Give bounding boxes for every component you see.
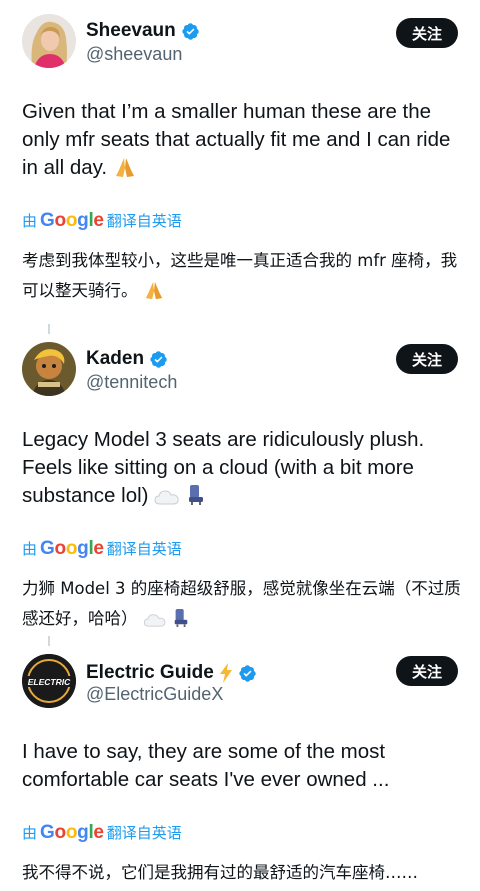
tweet-2: Kaden @tennitech 关注 Legacy Model 3 seats… xyxy=(0,330,480,640)
display-name-row: Kaden xyxy=(86,348,168,370)
electric-logo-avatar-icon: ELECTRIC xyxy=(22,654,76,708)
tweet-1: Sheevaun @sheevaun 关注 Given that I’m a s… xyxy=(0,0,480,320)
cloud-icon xyxy=(154,490,179,505)
follow-button[interactable]: 关注 xyxy=(395,344,458,374)
electric-logo-text: ELECTRIC xyxy=(28,677,71,687)
avatar[interactable] xyxy=(22,342,76,396)
display-name[interactable]: Kaden xyxy=(86,348,144,370)
avatar[interactable]: ELECTRIC xyxy=(22,654,76,708)
translated-text: 考虑到我体型较小，这些是唯一真正适合我的 mfr 座椅，我可以整天骑行。 xyxy=(22,251,458,300)
folded-hands-icon xyxy=(115,158,134,177)
tweet-body: I have to say, they are some of the most… xyxy=(22,740,390,791)
display-name-row: Electric Guide xyxy=(86,662,257,684)
google-logo: Google xyxy=(40,538,104,559)
verified-badge-icon xyxy=(239,664,256,682)
translated-by-google[interactable]: 由 Google 翻译自英语 xyxy=(22,538,182,560)
verified-badge-icon xyxy=(182,22,199,40)
display-name[interactable]: Electric Guide xyxy=(86,662,214,684)
woman-portrait-avatar-icon xyxy=(22,14,76,68)
translated-text: 我不得不说，它们是我拥有过的最舒适的汽车座椅…… xyxy=(22,863,418,882)
user-handle[interactable]: @tennitech xyxy=(86,372,177,393)
translated-text: 力狮 Model 3 的座椅超级舒服，感觉就像坐在云端（不过质感还好，哈哈） xyxy=(22,579,461,628)
display-name[interactable]: Sheevaun xyxy=(86,20,176,42)
translated-by-google[interactable]: 由 Google 翻译自英语 xyxy=(22,210,182,232)
translated-by-google[interactable]: 由 Google 翻译自英语 xyxy=(22,822,182,844)
cartoon-avatar-icon xyxy=(22,342,76,396)
follow-button[interactable]: 关注 xyxy=(395,656,458,686)
user-handle[interactable]: @ElectricGuideX xyxy=(86,684,223,705)
tweet-3: ELECTRIC Electric Guide @ElectricGuideX … xyxy=(0,642,480,891)
google-logo: Google xyxy=(40,210,104,231)
seat-icon xyxy=(188,485,203,505)
tweet-body: Legacy Model 3 seats are ridiculously pl… xyxy=(22,428,425,507)
display-name-row: Sheevaun xyxy=(86,20,200,42)
cloud-icon xyxy=(143,614,166,627)
follow-button[interactable]: 关注 xyxy=(395,18,458,48)
folded-hands-icon xyxy=(145,281,162,300)
seat-icon xyxy=(174,609,188,627)
lightning-icon xyxy=(219,663,232,683)
avatar[interactable] xyxy=(22,14,76,68)
google-logo: Google xyxy=(40,822,104,843)
user-handle[interactable]: @sheevaun xyxy=(86,44,182,65)
tweet-body: Given that I’m a smaller human these are… xyxy=(22,100,451,179)
verified-badge-icon xyxy=(150,350,167,368)
